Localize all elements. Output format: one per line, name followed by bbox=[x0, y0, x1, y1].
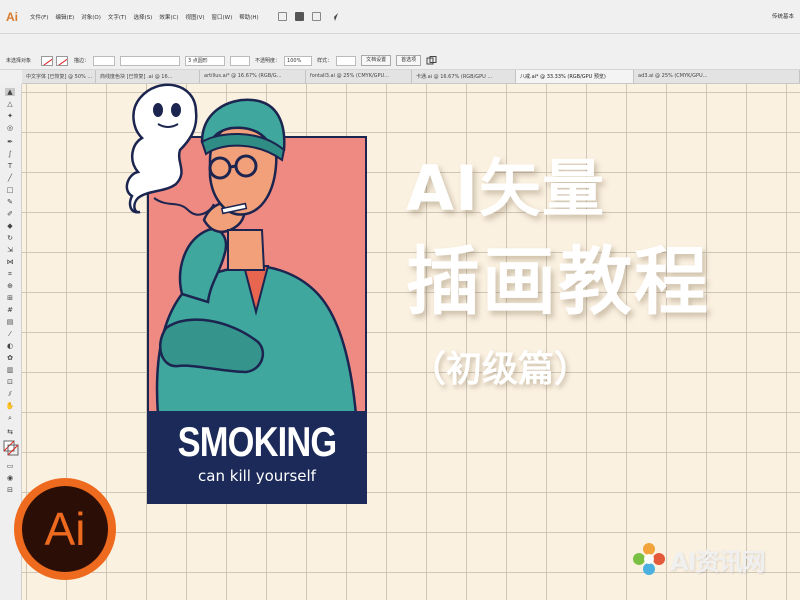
rectangle-tool-icon[interactable]: □ bbox=[5, 186, 15, 194]
drawing-mode-icon[interactable]: ◉ bbox=[5, 474, 15, 482]
illustrator-window: Ai 文件(F) 编辑(E) 对象(O) 文字(T) 选择(S) 效果(C) 视… bbox=[0, 0, 800, 600]
stock-icon[interactable] bbox=[294, 12, 304, 21]
color-mode-icon[interactable]: ▭ bbox=[5, 462, 15, 470]
watermark-text: AI资讯网 bbox=[670, 547, 766, 576]
menu-icons bbox=[277, 12, 339, 22]
stroke-label: 描边： bbox=[74, 58, 90, 64]
preferences-button[interactable]: 首选项 bbox=[396, 55, 422, 66]
fill-swatch[interactable] bbox=[41, 55, 54, 66]
menu-help[interactable]: 帮助(H) bbox=[239, 13, 258, 21]
gpu-performance-icon[interactable] bbox=[329, 12, 339, 22]
slogan-tagline: can kill yourself bbox=[198, 467, 316, 485]
gradient-tool-icon[interactable]: ▤ bbox=[5, 318, 15, 326]
hand-tool-icon[interactable]: ✋ bbox=[5, 402, 15, 410]
tutorial-title-line1: AI矢量 bbox=[406, 152, 606, 225]
free-transform-tool-icon[interactable]: ⌗ bbox=[5, 270, 15, 278]
document-tab[interactable]: ad3.ai @ 25% (CMYK/GPU... bbox=[634, 70, 800, 83]
eyedropper-tool-icon[interactable]: ⁄ bbox=[5, 330, 15, 338]
document-tab[interactable]: 中文字体 [已恢复] @ 50% ... bbox=[22, 70, 96, 83]
brush-field[interactable]: 3 点圆形 bbox=[185, 55, 226, 66]
selection-status: 未选择对象 bbox=[6, 58, 32, 64]
lasso-tool-icon[interactable]: ◎ bbox=[5, 124, 15, 132]
control-bar: 未选择对象 描边： 3 点圆形 不透明度： 100% 样式： 文档设置 首选项 bbox=[0, 52, 800, 70]
eraser-tool-icon[interactable]: ◆ bbox=[5, 222, 15, 230]
menu-select[interactable]: 选择(S) bbox=[134, 13, 153, 21]
workspace-switcher[interactable]: 传统基本 bbox=[772, 12, 794, 20]
document-tab-label: fontall3.ai @ 25% (CMYK/GPU... bbox=[310, 73, 389, 79]
artboard-tool-icon[interactable]: ⊡ bbox=[5, 378, 15, 386]
menu-effect[interactable]: 效果(C) bbox=[159, 13, 178, 21]
document-setup-button[interactable]: 文档设置 bbox=[361, 55, 392, 66]
paintbrush-tool-icon[interactable]: ✎ bbox=[5, 198, 15, 206]
bridge-icon[interactable] bbox=[277, 12, 287, 21]
style-label: 样式： bbox=[317, 58, 333, 64]
selection-tool-icon[interactable]: ▲ bbox=[5, 88, 15, 96]
opacity-label: 不透明度： bbox=[255, 58, 281, 64]
scale-tool-icon[interactable]: ⇲ bbox=[5, 246, 15, 254]
tutorial-title-line2: 插画教程 bbox=[406, 239, 710, 325]
document-tab-label: ad3.ai @ 25% (CMYK/GPU... bbox=[638, 73, 708, 79]
illustrator-logo-text: Ai bbox=[44, 503, 86, 555]
shaper-tool-icon[interactable]: ✐ bbox=[5, 210, 15, 218]
mesh-tool-icon[interactable]: # bbox=[5, 306, 15, 314]
opacity-field[interactable]: 100% bbox=[284, 55, 313, 66]
smoking-man-illustration[interactable] bbox=[118, 80, 378, 415]
width-tool-icon[interactable]: ⋈ bbox=[5, 258, 15, 266]
graphic-style-field[interactable] bbox=[230, 55, 251, 66]
slogan-headline: SMOKING bbox=[177, 418, 338, 465]
illustrator-logo-inner: Ai bbox=[22, 486, 108, 572]
document-tab-label: artillus.ai* @ 16.67% (RGB/G... bbox=[204, 73, 282, 79]
slice-tool-icon[interactable]: ⫽ bbox=[5, 390, 15, 398]
screen-mode-icon[interactable]: ⊟ bbox=[5, 486, 15, 494]
watermark: AI资讯网 bbox=[630, 540, 766, 578]
menu-object[interactable]: 对象(O) bbox=[81, 13, 101, 21]
arrange-documents-icon[interactable] bbox=[311, 12, 321, 21]
stroke-weight-field[interactable] bbox=[93, 55, 116, 66]
illustrator-logo-badge: Ai bbox=[14, 478, 116, 580]
menu-window[interactable]: 窗口(W) bbox=[212, 13, 233, 21]
app-logo: Ai bbox=[6, 9, 18, 24]
symbol-sprayer-tool-icon[interactable]: ✿ bbox=[5, 354, 15, 362]
menu-file[interactable]: 文件(F) bbox=[30, 13, 48, 21]
style-field[interactable] bbox=[336, 55, 357, 66]
menu: 文件(F) 编辑(E) 对象(O) 文字(T) 选择(S) 效果(C) 视图(V… bbox=[30, 13, 266, 21]
document-tab-label: 中文字体 [已恢复] @ 50% ... bbox=[26, 74, 93, 80]
rotate-tool-icon[interactable]: ↻ bbox=[5, 234, 15, 242]
line-tool-icon[interactable]: ╱ bbox=[5, 174, 15, 182]
shape-builder-tool-icon[interactable]: ⊕ bbox=[5, 282, 15, 290]
menu-edit[interactable]: 编辑(E) bbox=[55, 13, 74, 21]
menu-type[interactable]: 文字(T) bbox=[108, 13, 127, 21]
document-tab[interactable]: 卡通.ai @ 16.67% (RGB/GPU ... bbox=[412, 70, 516, 83]
magic-wand-tool-icon[interactable]: ✦ bbox=[5, 112, 15, 120]
blend-tool-icon[interactable]: ◐ bbox=[5, 342, 15, 350]
arrange-icon[interactable] bbox=[426, 55, 438, 66]
variable-width-field[interactable] bbox=[120, 55, 181, 66]
fill-stroke-swatch-icon[interactable] bbox=[3, 440, 19, 456]
curvature-tool-icon[interactable]: ∫ bbox=[5, 150, 15, 158]
flower-logo-icon bbox=[633, 543, 665, 575]
menu-view[interactable]: 视图(V) bbox=[185, 13, 204, 21]
stroke-swatch[interactable] bbox=[56, 55, 69, 66]
column-graph-tool-icon[interactable]: ▥ bbox=[5, 366, 15, 374]
swap-fill-stroke-icon[interactable]: ⇆ bbox=[5, 428, 15, 436]
zoom-tool-icon[interactable]: ⌕ bbox=[5, 414, 15, 422]
document-tab-label: 卡通.ai @ 16.67% (RGB/GPU ... bbox=[416, 74, 493, 80]
menu-bar: Ai 文件(F) 编辑(E) 对象(O) 文字(T) 选择(S) 效果(C) 视… bbox=[0, 0, 800, 34]
direct-selection-tool-icon[interactable]: △ bbox=[5, 100, 15, 108]
document-tab-active[interactable]: 八戒.ai* @ 33.33% (RGB/GPU 预览) bbox=[516, 70, 634, 83]
pen-tool-icon[interactable]: ✒ bbox=[5, 138, 15, 146]
type-tool-icon[interactable]: T bbox=[5, 162, 15, 170]
document-tab-label: 八戒.ai* @ 33.33% (RGB/GPU 预览) bbox=[520, 74, 606, 80]
perspective-grid-tool-icon[interactable]: ⊞ bbox=[5, 294, 15, 302]
tutorial-subtitle: （初级篇） bbox=[410, 349, 591, 390]
